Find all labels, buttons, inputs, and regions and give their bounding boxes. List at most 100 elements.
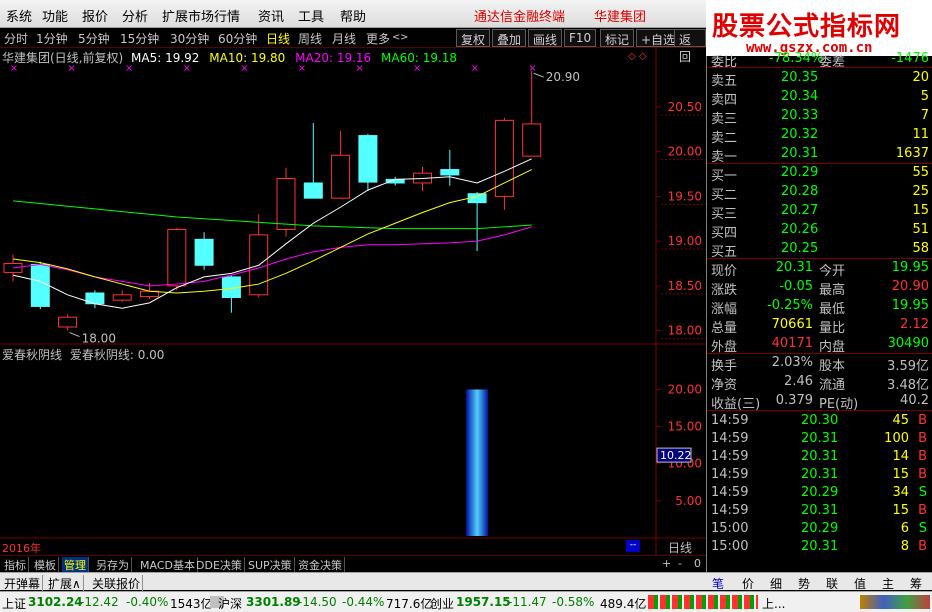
tick-volume: 15 [892, 503, 909, 518]
ask-row[interactable]: 卖五 20.35 20 [707, 69, 932, 89]
tick-volume: 100 [884, 431, 909, 446]
bid-volume: 51 [912, 222, 929, 237]
bid-price: 20.25 [781, 241, 819, 256]
tab-jia[interactable]: 价 [742, 575, 754, 592]
tab-shi[interactable]: 势 [798, 575, 810, 592]
tab-xi[interactable]: 细 [770, 575, 782, 592]
danmu-button[interactable]: 开弹幕 [2, 575, 44, 592]
fund-value: 0.379 [775, 393, 813, 408]
tab-lian[interactable]: 联 [826, 575, 838, 592]
candle-body-up [494, 119, 514, 197]
bid-row[interactable]: 买三 20.27 15 [707, 202, 932, 222]
tick-time: 14:59 [711, 413, 749, 428]
ask-label: 卖五 [711, 74, 738, 89]
bid-label: 买三 [711, 207, 738, 222]
zoom-reset-button[interactable]: 0 [692, 557, 703, 570]
bid-row[interactable]: 买一 20.29 55 [707, 164, 932, 184]
sz-index-label[interactable]: 沪深 [218, 595, 242, 612]
sz-index-amount: 717.6亿 [386, 597, 433, 611]
tab-muban[interactable]: 模板 [32, 557, 59, 573]
ask-volume: 7 [920, 108, 929, 123]
tab-bi[interactable]: 笔 [712, 575, 724, 592]
fund-value: 2.03% [771, 355, 813, 370]
bid-row[interactable]: 买二 20.28 25 [707, 183, 932, 203]
candle-body-down [358, 135, 378, 183]
ask-row[interactable]: 卖二 20.32 11 [707, 126, 932, 146]
high-label: 20.90 [546, 70, 580, 84]
weicha-value: -1476 [891, 51, 929, 66]
ask-row[interactable]: 卖四 20.34 5 [707, 88, 932, 108]
bid-row[interactable]: 买四 20.26 51 [707, 221, 932, 241]
tab-sup[interactable]: SUP决策 [246, 557, 295, 573]
sh-index-value: 3102.24 [28, 595, 83, 609]
bid-volume: 55 [912, 165, 929, 180]
zoom-out-button[interactable]: - [676, 557, 684, 570]
top-marker: × [240, 63, 248, 74]
collapse-icon[interactable]: -- [626, 540, 640, 552]
candle-body-down [194, 238, 214, 266]
tab-lingcunwei[interactable]: 另存为 [94, 557, 132, 573]
indicator-name: 爱春秋阴线 [2, 348, 63, 362]
bid-volume: 25 [912, 184, 929, 199]
top-marker: × [355, 63, 363, 74]
tab-chou[interactable]: 筹 [910, 575, 922, 592]
cy-index-label[interactable]: 创业 [430, 595, 454, 612]
ask-volume: 1637 [895, 146, 929, 161]
fund-label: 换手 [711, 359, 738, 374]
watermark-logo-text: 股票公式指标网 [712, 12, 902, 42]
tick-price: 20.30 [801, 413, 839, 428]
sz-index-change: -14.50 [298, 595, 337, 609]
status-bar: 上证 3102.24 -12.42 -0.40% 1543亿 沪深 3301.8… [0, 591, 932, 612]
candle-body-up [276, 178, 296, 230]
stat-value: 20.31 [775, 260, 813, 275]
ask-row[interactable]: 卖三 20.33 7 [707, 107, 932, 127]
chart-area[interactable]: × × × × × × × × × × 20.50 20.00 19.50 19.00 18.50 18.0… [0, 0, 706, 555]
ask-price: 20.34 [781, 89, 819, 104]
related-quote-button[interactable]: 关联报价 [90, 575, 144, 592]
tick-side: S [918, 521, 927, 536]
top-marker: × [10, 63, 18, 74]
fund-row: 净资 2.46 流通 3.48亿 [707, 373, 932, 393]
tab-dde[interactable]: DDE决策 [194, 557, 245, 573]
tab-zhibiao[interactable]: 指标 [2, 557, 29, 573]
stat-label: 今开 [819, 264, 846, 279]
tick-side: B [918, 413, 927, 428]
tab-macd[interactable]: MACD基本 [138, 557, 198, 573]
tab-guanli[interactable]: 管理 [62, 557, 89, 573]
ask-row[interactable]: 卖一 20.31 1637 [707, 145, 932, 165]
stat-value: 70661 [771, 317, 813, 332]
zoom-in-button[interactable]: + [660, 557, 673, 570]
ind-value-tag-text: 10.22 [660, 449, 692, 462]
bid-price: 20.29 [781, 165, 819, 180]
tab-zijin[interactable]: 资金决策 [296, 557, 345, 573]
tab-zhi[interactable]: 值 [854, 575, 866, 592]
sh-index-label[interactable]: 上证 [2, 595, 26, 612]
separator [707, 410, 932, 411]
high-arrow [533, 72, 544, 78]
ind-y-tick-label: 20.00 [668, 382, 702, 396]
tick-side: B [918, 503, 927, 518]
candle [276, 167, 296, 237]
bid-row[interactable]: 买五 20.25 58 [707, 240, 932, 260]
fund-label: 净资 [711, 378, 738, 393]
candle [30, 261, 50, 310]
tick-time: 14:59 [711, 467, 749, 482]
expand-button[interactable]: 扩展∧ [46, 575, 84, 592]
fund-label: 流通 [819, 378, 846, 393]
tick-price: 20.31 [801, 539, 839, 554]
period-indicator: 日线 [668, 541, 693, 555]
tab-zhu[interactable]: 主 [882, 575, 894, 592]
stat-value: 20.90 [891, 279, 929, 294]
candle [331, 131, 351, 200]
candle [85, 290, 105, 309]
y-tick-label: 19.00 [668, 234, 702, 248]
top-marker: × [413, 63, 421, 74]
bid-price: 20.27 [781, 203, 819, 218]
ask-label: 卖四 [711, 93, 738, 108]
bid-volume: 15 [912, 203, 929, 218]
stat-row: 涨幅 -0.25% 最低 19.95 [707, 297, 932, 317]
stat-value: 40171 [771, 336, 813, 351]
market-breadth-icon [648, 595, 758, 609]
tray-icons[interactable] [860, 595, 930, 609]
stat-value: -0.25% [767, 298, 813, 313]
